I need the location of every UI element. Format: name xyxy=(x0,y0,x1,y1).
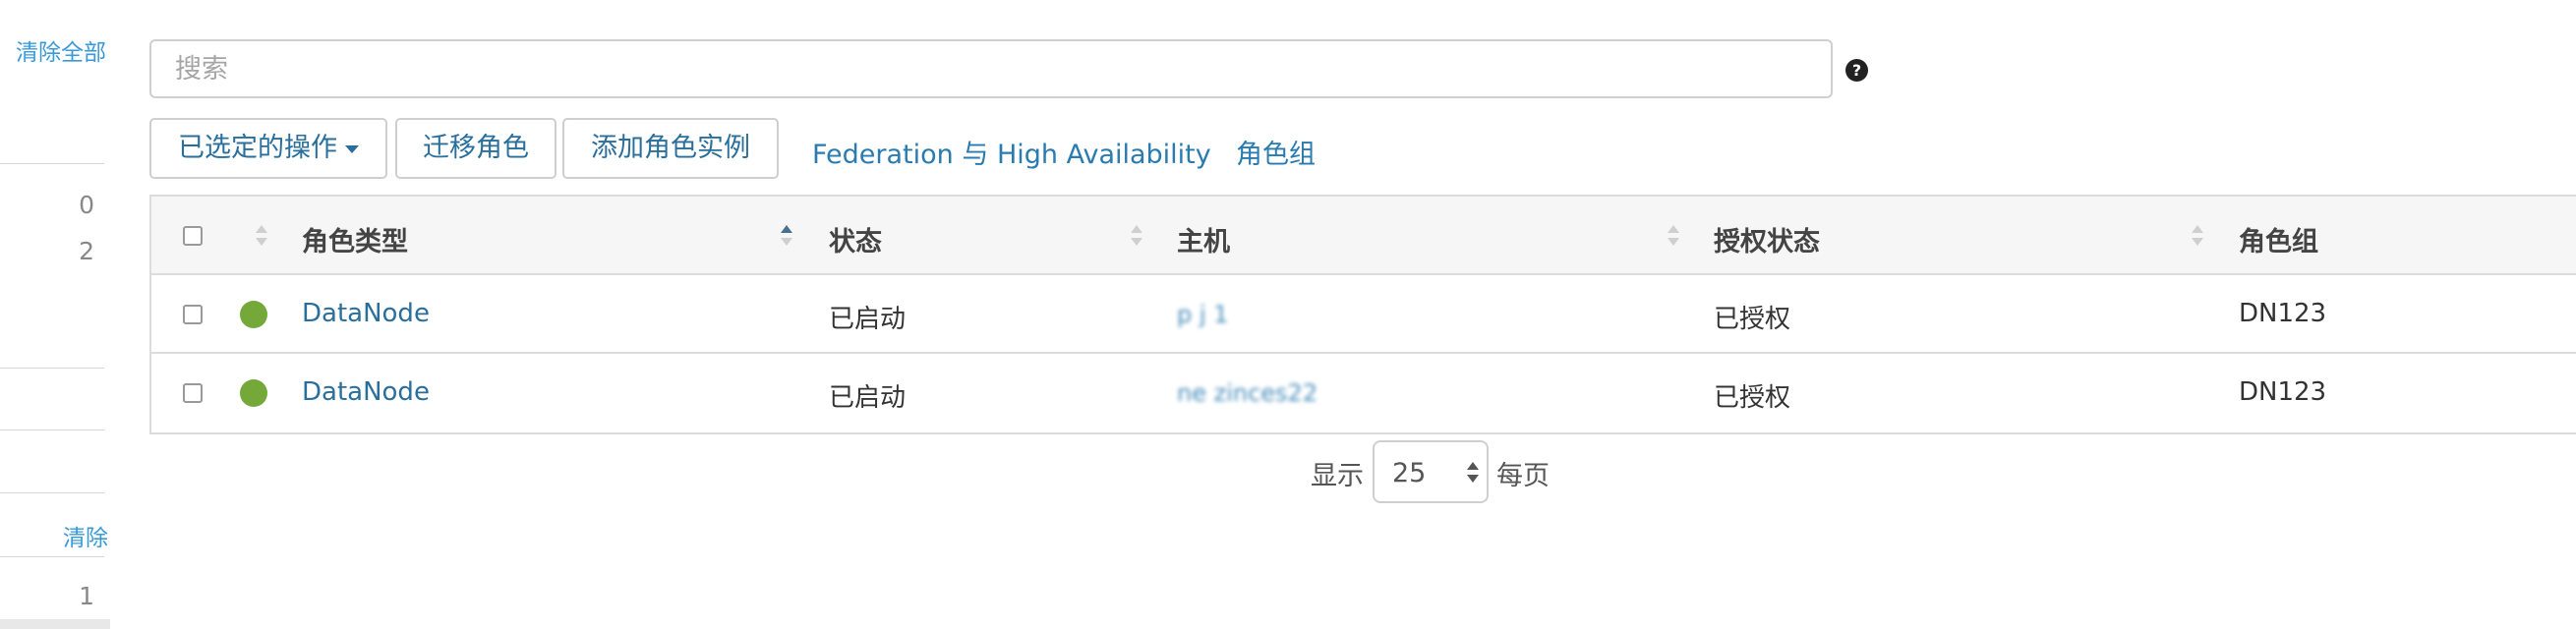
host-link[interactable]: ne zinces22 xyxy=(1177,379,1317,407)
per-page-label: 每页 xyxy=(1496,461,1550,491)
filter-divider xyxy=(0,429,104,430)
column-header-host[interactable]: 主机 xyxy=(1177,220,1230,258)
status-indicator-icon xyxy=(240,379,267,407)
status-cell: 已启动 xyxy=(829,305,907,334)
role-group-cell: DN123 xyxy=(2239,377,2327,407)
clear-all-filters-link[interactable]: 清除全部 xyxy=(16,33,106,67)
add-role-instances-button[interactable]: 添加角色实例 xyxy=(562,118,779,179)
page-size-select[interactable]: 25 xyxy=(1373,440,1489,503)
sort-icon[interactable] xyxy=(1668,225,1679,247)
commission-state-cell: 已授权 xyxy=(1714,305,1791,334)
filter-divider xyxy=(0,163,104,164)
show-label: 显示 xyxy=(1311,461,1364,491)
sort-icon[interactable] xyxy=(781,225,792,247)
role-groups-link[interactable]: 角色组 xyxy=(1236,133,1316,171)
page-size-value: 25 xyxy=(1392,458,1427,488)
sort-icon[interactable] xyxy=(2192,225,2203,247)
filter-divider xyxy=(0,492,104,493)
table-row: DataNode 已启动 p j 1 已授权 DN123 xyxy=(151,275,2576,354)
sort-icon[interactable] xyxy=(256,225,267,247)
search-input[interactable] xyxy=(149,39,1833,98)
table-header: 角色类型 状态 主机 授权状态 角色组 xyxy=(151,197,2576,275)
caret-down-icon xyxy=(345,144,359,153)
filter-count: 1 xyxy=(79,582,94,610)
status-cell: 已启动 xyxy=(829,383,907,413)
selected-actions-dropdown[interactable]: 已选定的操作 xyxy=(149,118,387,179)
sort-icon[interactable] xyxy=(1131,225,1142,247)
table-row: DataNode 已启动 ne zinces22 已授权 DN123 xyxy=(151,354,2576,432)
select-all-checkbox[interactable] xyxy=(183,226,203,246)
filter-count: 0 xyxy=(79,191,94,219)
row-checkbox[interactable] xyxy=(183,383,203,403)
migrate-roles-button[interactable]: 迁移角色 xyxy=(395,118,556,179)
role-type-link[interactable]: DataNode xyxy=(302,299,430,328)
column-header-commission-state[interactable]: 授权状态 xyxy=(1714,220,1820,258)
clear-filter-link[interactable]: 清除 xyxy=(63,519,108,552)
status-indicator-icon xyxy=(240,301,267,328)
row-checkbox[interactable] xyxy=(183,305,203,324)
federation-ha-link[interactable]: Federation 与 High Availability xyxy=(812,133,1211,171)
column-header-role-group[interactable]: 角色组 xyxy=(2239,220,2318,258)
role-type-link[interactable]: DataNode xyxy=(302,377,430,407)
question-circle-icon[interactable]: ? xyxy=(1845,59,1868,82)
filter-divider xyxy=(0,368,104,369)
select-arrows-icon xyxy=(1467,462,1479,486)
host-link[interactable]: p j 1 xyxy=(1177,301,1228,328)
column-header-role-type[interactable]: 角色类型 xyxy=(302,220,408,258)
role-group-cell: DN123 xyxy=(2239,299,2327,328)
filter-count: 2 xyxy=(79,237,94,265)
selected-actions-label: 已选定的操作 xyxy=(178,133,337,163)
column-header-status[interactable]: 状态 xyxy=(829,220,882,258)
commission-state-cell: 已授权 xyxy=(1714,383,1791,413)
roles-table: 角色类型 状态 主机 授权状态 角色组 DataNode 已启动 p j 1 已… xyxy=(149,195,2576,434)
filter-divider xyxy=(0,556,104,557)
filter-scroll-bar xyxy=(0,619,110,629)
